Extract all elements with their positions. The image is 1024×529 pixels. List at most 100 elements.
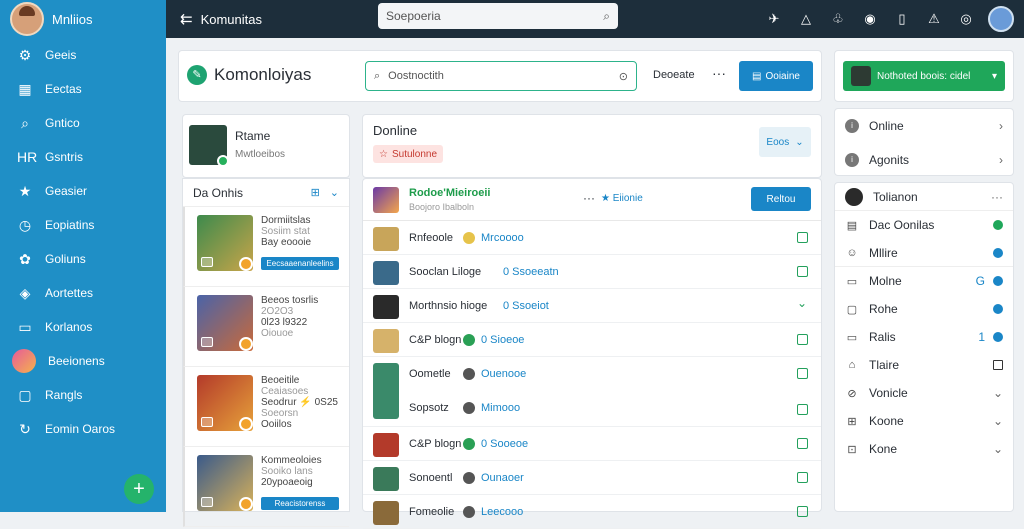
bell-icon[interactable]: △ — [796, 9, 816, 29]
grid-icon[interactable]: ⊞ — [311, 186, 320, 199]
game-card[interactable]: Dormiitslas Sosiim stat Bay eoooie Eecsaaen… — [183, 207, 349, 287]
feed-row[interactable]: Rnfeoole Mrcoooo — [363, 221, 821, 255]
feed-row[interactable]: Oometle Ouenooe Sopsotz Mimooo — [363, 357, 821, 427]
right-panel-item[interactable]: ⌂ Tlaire — [835, 351, 1013, 379]
right-panel-item[interactable]: ☺ Mllire — [835, 239, 1013, 267]
checkbox[interactable] — [797, 368, 808, 379]
game-card[interactable]: Beoeitile Ceaiasoes Seodrur ⚡ 0S25 Soeorsn O… — [183, 367, 349, 447]
sidebar-item-1[interactable]: ▦ Eectas — [0, 72, 166, 106]
feed-row[interactable]: Fomeolie Leecooo — [363, 495, 821, 529]
checkbox[interactable] — [797, 266, 808, 277]
more-icon[interactable]: ··· — [712, 65, 726, 81]
status-tag[interactable]: ☆ Sutulonne — [373, 145, 444, 163]
right-panel-item[interactable]: ▭ Molne G — [835, 267, 1013, 295]
alert-icon[interactable]: ⚠ — [924, 9, 944, 29]
right-panel-item[interactable]: Tolianon ··· — [835, 183, 1013, 211]
feed-row[interactable]: C&P blogn 0 Sioeoe — [363, 323, 821, 357]
sidebar-item-6[interactable]: ✿ Goliuns — [0, 242, 166, 276]
checkbox[interactable] — [993, 360, 1003, 370]
game-badge — [239, 417, 253, 431]
global-search-input[interactable]: Soepoeria ⌕ — [378, 3, 618, 29]
right-panel-label: Tolianon — [873, 189, 918, 204]
community-search-input[interactable]: ⌕ Oostnoctith ⊙ — [365, 61, 637, 91]
feed-row[interactable]: Sooclan Liloge 0 Ssoeeatn — [363, 255, 821, 289]
game-tag[interactable]: Eecsaaenanleelins — [261, 257, 339, 270]
right-panel-item[interactable]: ▤ Dac Oonilas — [835, 211, 1013, 239]
feed-name: Fomeolie — [409, 506, 455, 518]
feed-name: C&P blogn — [409, 334, 462, 346]
right-panel-end: 1 — [978, 330, 1003, 344]
checkbox[interactable] — [797, 232, 808, 243]
feed-row[interactable]: Morthnsio hioge 0 Ssoeiot ⌄ — [363, 289, 821, 323]
game-card[interactable]: Beeos tosrlis 2O2O3 0l23 l9322 Oiouoe — [183, 287, 349, 367]
gift-icon[interactable]: ♧ — [828, 9, 848, 29]
sidebar-item-3[interactable]: HR Gsntris — [0, 140, 166, 174]
add-button[interactable]: + — [124, 474, 154, 504]
sidebar-item-label: Aortettes — [45, 286, 94, 300]
game-badge — [239, 257, 253, 271]
right-panel-list: Tolianon ··· ▤ Dac Oonilas ☺ Mllire ▭ Molne G ▢ Ro… — [834, 182, 1014, 512]
sidebar-item-7[interactable]: ◈ Aortettes — [0, 276, 166, 310]
profile-avatar[interactable] — [988, 6, 1014, 32]
sidebar-item-label: Rangls — [45, 388, 83, 402]
checkbox[interactable] — [797, 404, 808, 415]
right-panel-item[interactable]: ⊞ Koone ⌄ — [835, 407, 1013, 435]
game-badge — [239, 337, 253, 351]
chrome-icon[interactable]: ◉ — [860, 9, 880, 29]
sidebar-item-11[interactable]: ↻ Eomin Oaros — [0, 412, 166, 446]
clock-icon: ◷ — [18, 216, 32, 233]
header-action-button[interactable]: ▤ Ooiaine — [739, 61, 813, 91]
sidebar-item-10[interactable]: ▢ Rangls — [0, 378, 166, 412]
right-panel-item[interactable]: i Agonits › — [835, 143, 1013, 177]
game-card[interactable]: Kommeoloies Sooiko lans 20ypoaeoig Reacisto… — [183, 447, 349, 527]
header-action-label: Ooiaine — [765, 70, 800, 82]
right-panel-item[interactable]: ⊡ Kone ⌄ — [835, 435, 1013, 463]
right-panel-end-text: ··· — [991, 189, 1003, 204]
settings-icon[interactable]: ◎ — [956, 9, 976, 29]
right-panel-item[interactable]: ▭ Ralis 1 — [835, 323, 1013, 351]
right-panel-item[interactable]: ▢ Rohe — [835, 295, 1013, 323]
star-icon: ☆ — [379, 148, 388, 160]
user-avatar[interactable] — [10, 2, 44, 36]
feed-header-title[interactable]: Rodoe'Mieiroeii — [409, 187, 490, 199]
game-tag[interactable]: Reacistorenss — [261, 497, 339, 510]
search-icon[interactable]: ⌕ — [603, 9, 610, 24]
window-icon: ▢ — [18, 386, 32, 403]
online-select[interactable]: Eoos ⌄ — [759, 127, 811, 157]
notice-dropdown-button[interactable]: Nothoted boois: cidel ▾ — [843, 61, 1005, 91]
more-icon[interactable]: ··· — [583, 191, 595, 205]
filter-dropdown[interactable]: Deoeate — [653, 69, 695, 81]
sidebar-item-label: Geasier — [45, 184, 88, 198]
item-icon: ⌂ — [848, 359, 856, 371]
chevron-down-icon[interactable]: ⌄ — [330, 186, 339, 199]
rocket-icon[interactable]: ✈ — [764, 9, 784, 29]
feed-status: 0 Sooeoe — [481, 438, 529, 450]
back-icon[interactable]: ⇇ — [180, 10, 193, 28]
right-panel-label: Koone — [869, 414, 904, 428]
right-panel-item[interactable]: i Online › — [835, 109, 1013, 143]
sidebar-item-2[interactable]: ⌕ Gntico — [0, 106, 166, 140]
profile-card[interactable]: Rtame Mwtloeibos — [182, 114, 350, 178]
feed-status: 0 Ssoeiot — [503, 300, 549, 312]
sidebar-item-8[interactable]: ▭ Korlanos — [0, 310, 166, 344]
chevron-down-icon[interactable]: ⌄ — [797, 296, 807, 310]
feed-row[interactable]: C&P blogn 0 Sooeoe — [363, 427, 821, 461]
phone-icon[interactable]: ▯ — [892, 9, 912, 29]
checkbox[interactable] — [797, 438, 808, 449]
game-line: Sooiko lans — [261, 466, 313, 477]
right-panel-item[interactable]: ⊘ Vonicle ⌄ — [835, 379, 1013, 407]
item-icon: ▢ — [846, 303, 858, 316]
item-icon: ▭ — [846, 275, 858, 288]
feed-header-thumbnail — [373, 187, 399, 213]
feed-row[interactable]: Sonoentl Ounaoer — [363, 461, 821, 495]
sidebar-item-9[interactable]: Beeionens — [0, 344, 166, 378]
feed-header-button[interactable]: Reltou — [751, 187, 811, 211]
sidebar-item-4[interactable]: ★ Geasier — [0, 174, 166, 208]
sidebar-item-0[interactable]: ⚙ Geeis — [0, 38, 166, 72]
checkbox[interactable] — [797, 334, 808, 345]
games-list-title: Da Onhis — [193, 185, 244, 200]
clear-icon[interactable]: ⊙ — [619, 70, 628, 83]
checkbox[interactable] — [797, 472, 808, 483]
sidebar-item-5[interactable]: ◷ Eopiatins — [0, 208, 166, 242]
status-icon — [463, 368, 475, 380]
